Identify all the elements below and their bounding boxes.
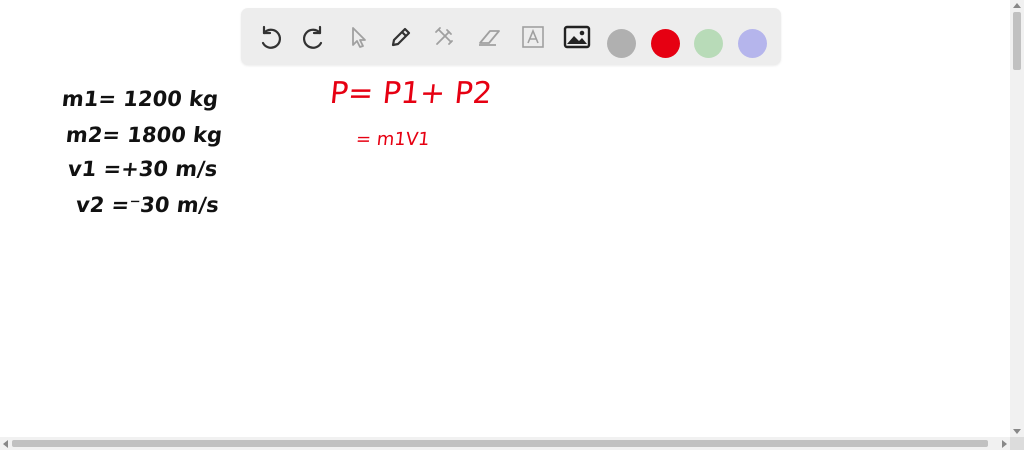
pen-icon[interactable] — [384, 20, 418, 54]
color-red-swatch[interactable] — [651, 29, 680, 58]
image-icon[interactable] — [560, 20, 594, 54]
scroll-left-arrow[interactable] — [3, 440, 8, 448]
redo-icon[interactable] — [297, 20, 331, 54]
horizontal-scroll-thumb[interactable] — [12, 440, 988, 447]
vertical-scroll-thumb[interactable] — [1013, 12, 1021, 70]
whiteboard-canvas[interactable]: m1= 1200 kg m2= 1800 kg v1 =+30 m/s v2 =… — [0, 0, 1010, 437]
note-v2: v2 =⁻30 m/s — [74, 193, 221, 217]
select-pointer-icon[interactable] — [341, 20, 375, 54]
scrollbar-corner — [1010, 437, 1024, 450]
scroll-down-arrow[interactable] — [1013, 429, 1021, 434]
note-v1: v1 =+30 m/s — [66, 157, 219, 181]
vertical-scrollbar[interactable] — [1010, 0, 1024, 437]
scroll-right-arrow[interactable] — [1002, 440, 1007, 448]
note-m2: m2= 1800 kg — [64, 123, 224, 147]
tools-icon[interactable] — [427, 20, 461, 54]
color-gray-swatch[interactable] — [607, 29, 636, 58]
note-momentum-expansion: = m1V1 — [354, 129, 431, 150]
color-green-swatch[interactable] — [694, 29, 723, 58]
drawing-toolbar — [241, 8, 781, 65]
text-box-icon[interactable] — [516, 20, 550, 54]
note-m1: m1= 1200 kg — [60, 87, 220, 111]
scroll-up-arrow[interactable] — [1013, 3, 1021, 8]
undo-icon[interactable] — [253, 20, 287, 54]
eraser-icon[interactable] — [472, 20, 506, 54]
color-purple-swatch[interactable] — [738, 29, 767, 58]
note-momentum-equation: P= P1+ P2 — [328, 76, 494, 111]
horizontal-scrollbar[interactable] — [0, 437, 1010, 450]
